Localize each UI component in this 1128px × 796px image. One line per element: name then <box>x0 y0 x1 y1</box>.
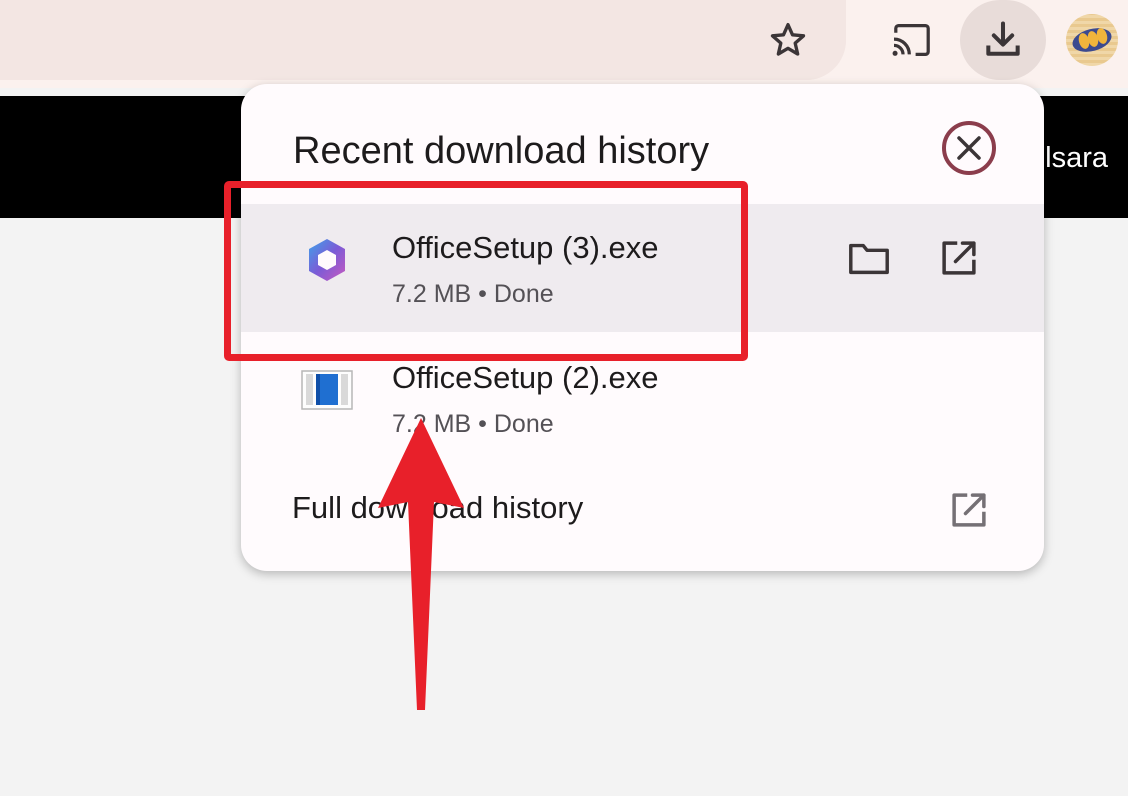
address-bar[interactable] <box>0 0 846 80</box>
bookmark-star-button[interactable] <box>760 12 816 68</box>
page-header-text: lsara <box>1045 142 1108 174</box>
installer-file-icon <box>299 362 355 418</box>
panel-title: Recent download history <box>293 130 710 172</box>
show-in-folder-button[interactable] <box>843 232 895 284</box>
star-icon <box>770 23 806 56</box>
avatar-image-icon <box>1072 28 1112 52</box>
open-external-icon <box>941 484 997 536</box>
download-icon <box>986 21 1020 56</box>
annotation-highlight-box <box>224 181 748 361</box>
folder-icon <box>849 243 889 275</box>
download-state: Done <box>493 410 554 438</box>
annotation-arrow <box>378 418 464 710</box>
browser-toolbar <box>0 0 1128 88</box>
profile-avatar[interactable] <box>1066 14 1118 66</box>
full-download-history-link[interactable]: Full download history <box>241 470 1044 546</box>
file-name: OfficeSetup (2).exe <box>392 360 659 395</box>
cast-button[interactable] <box>882 12 942 68</box>
close-button[interactable] <box>941 120 997 176</box>
open-file-button[interactable] <box>933 232 985 284</box>
downloads-button[interactable] <box>960 0 1046 80</box>
cast-icon <box>892 23 930 57</box>
open-external-icon <box>942 241 976 275</box>
close-circle-icon <box>942 121 996 175</box>
status-separator: • <box>478 410 487 438</box>
